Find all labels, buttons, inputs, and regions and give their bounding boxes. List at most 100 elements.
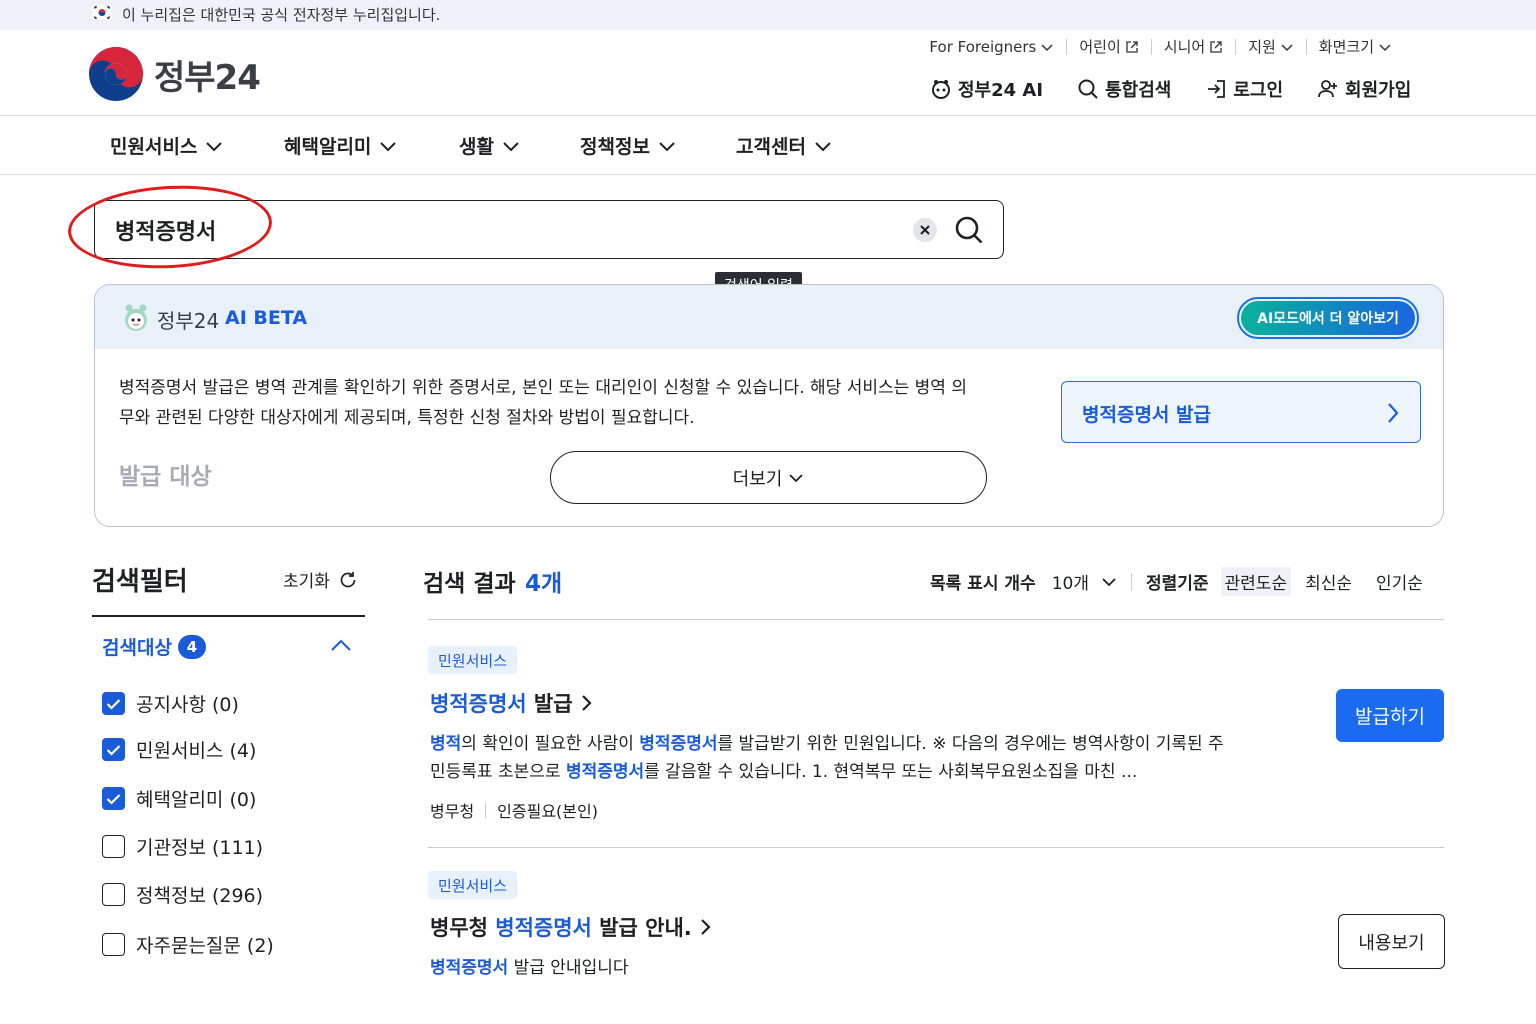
- filter-option-faq[interactable]: 자주묻는질문 (2): [102, 931, 274, 958]
- sort-bar: 목록 표시 개수 10개 정렬기준 관련도순 최신순 인기순: [930, 567, 1423, 596]
- gov-banner-text: 이 누리집은 대한민국 공식 전자정부 누리집입니다.: [122, 6, 441, 24]
- checkbox-checked[interactable]: [102, 738, 125, 761]
- ai-beta-label: AI BETA: [225, 307, 308, 329]
- result-meta: 병무청 인증필요(본인): [430, 798, 598, 822]
- view-content-button[interactable]: 내용보기: [1338, 914, 1445, 969]
- checkmark-icon: [106, 744, 121, 756]
- chevron-down-icon: [1281, 44, 1293, 52]
- site-header: 정부24 For Foreigners 어린이 시니어 지원 화면크기 정부24…: [0, 30, 1536, 116]
- filter-group-header[interactable]: 검색대상 4: [102, 633, 206, 660]
- logo-text: 정부24: [154, 57, 261, 98]
- signup-link[interactable]: 회원가입: [1317, 76, 1411, 102]
- results-divider: [428, 619, 1444, 620]
- more-button[interactable]: 더보기: [550, 451, 987, 504]
- ai-answer-panel: 정부24 AI BETA AI모드에서 더 알아보기 병적증명서 발급은 병역 …: [94, 284, 1444, 527]
- filter-option-policy[interactable]: 정책정보 (296): [102, 881, 263, 908]
- list-count-select[interactable]: 10개: [1052, 569, 1089, 594]
- ai-summary: 병적증명서 발급은 병역 관계를 확인하기 위한 증명서로, 본인 또는 대리인…: [119, 378, 967, 428]
- chevron-down-icon: [503, 141, 519, 151]
- results-divider: [428, 847, 1444, 848]
- external-link-icon: [1210, 41, 1222, 53]
- ai-panel-header: 정부24 AI BETA AI모드에서 더 알아보기: [95, 285, 1443, 349]
- robot-icon: [932, 80, 950, 99]
- filter-count-badge: 4: [177, 634, 206, 659]
- checkbox-checked[interactable]: [102, 692, 125, 715]
- result-description: 병적의 확인이 필요한 사람이 병적증명서를 발급받기 위한 민원입니다. ※ …: [430, 730, 1310, 786]
- chevron-down-icon: [206, 141, 223, 151]
- filter-option-agency[interactable]: 기관정보 (111): [102, 833, 263, 860]
- result-description: 병적증명서 발급 안내입니다: [430, 958, 629, 978]
- util-link-senior[interactable]: 시니어: [1150, 39, 1235, 55]
- login-link[interactable]: 로그인: [1205, 76, 1283, 102]
- gov24-ai-link[interactable]: 정부24 AI: [930, 76, 1043, 102]
- chevron-down-icon: [659, 141, 675, 151]
- main-links: 정부24 AI 통합검색 로그인 회원가입: [930, 76, 1445, 102]
- main-nav: 민원서비스 혜택알리미 생활 정책정보 고객센터: [0, 117, 1536, 175]
- checkmark-icon: [106, 698, 121, 710]
- chevron-right-icon: [701, 919, 711, 935]
- divider: [1130, 572, 1132, 591]
- taegeuk-logo-icon: [89, 47, 143, 101]
- nav-civil-service[interactable]: 민원서비스: [110, 132, 223, 159]
- sort-popular[interactable]: 인기순: [1376, 569, 1423, 594]
- close-icon: [920, 225, 930, 235]
- logo[interactable]: 정부24: [88, 46, 261, 102]
- issue-button[interactable]: 발급하기: [1336, 689, 1444, 742]
- login-icon: [1208, 80, 1226, 98]
- chevron-down-icon: [1379, 44, 1391, 52]
- filter-option-benefits[interactable]: 혜택알리미 (0): [102, 785, 256, 812]
- nav-benefits[interactable]: 혜택알리미: [284, 132, 397, 159]
- category-tag: 민원서비스: [428, 871, 518, 899]
- sort-latest[interactable]: 최신순: [1305, 569, 1352, 594]
- filter-divider: [92, 615, 365, 617]
- quick-link-card[interactable]: 병적증명서 발급: [1061, 381, 1421, 443]
- checkbox-unchecked[interactable]: [102, 933, 125, 956]
- highlight-circle: [65, 180, 275, 274]
- list-count-label: 목록 표시 개수: [930, 574, 1036, 594]
- nav-life[interactable]: 생활: [459, 132, 520, 159]
- chevron-down-icon: [815, 141, 831, 151]
- chevron-down-icon: [1041, 44, 1053, 52]
- clear-search-button[interactable]: [913, 218, 937, 242]
- ai-brand: 정부24: [157, 309, 220, 333]
- korean-flag-icon: [92, 5, 112, 20]
- ai-mode-button[interactable]: AI모드에서 더 알아보기: [1237, 297, 1419, 339]
- filter-reset-button[interactable]: 초기화: [283, 567, 358, 592]
- integrated-search-link[interactable]: 통합검색: [1077, 76, 1171, 102]
- filter-option-notice[interactable]: 공지사항 (0): [102, 690, 239, 717]
- search-icon: [955, 216, 983, 244]
- search-icon: [1078, 79, 1098, 99]
- result-title-link[interactable]: 병무청 병적증명서 발급 안내.: [430, 912, 712, 942]
- agency-name: 병무청: [430, 802, 475, 821]
- utility-links: For Foreigners 어린이 시니어 지원 화면크기: [917, 39, 1404, 55]
- result-title-link[interactable]: 병적증명서 발급: [430, 688, 593, 718]
- util-link-foreigners[interactable]: For Foreigners: [917, 39, 1066, 55]
- category-tag: 민원서비스: [428, 646, 518, 674]
- checkbox-unchecked[interactable]: [102, 835, 125, 858]
- chevron-down-icon: [380, 141, 397, 151]
- checkbox-unchecked[interactable]: [102, 883, 125, 906]
- search-button[interactable]: [953, 214, 985, 246]
- chevron-down-icon[interactable]: [1101, 576, 1117, 587]
- refresh-icon: [340, 571, 356, 587]
- chevron-up-icon[interactable]: [330, 638, 352, 652]
- results-count: 4개: [525, 571, 563, 597]
- util-link-kids[interactable]: 어린이: [1066, 39, 1150, 55]
- divider: [485, 802, 487, 818]
- util-link-support[interactable]: 지원: [1235, 39, 1306, 55]
- ai-target-heading: 발급 대상: [119, 464, 212, 490]
- util-link-screen-size[interactable]: 화면크기: [1305, 39, 1404, 55]
- user-add-icon: [1318, 80, 1338, 98]
- checkbox-checked[interactable]: [102, 787, 125, 810]
- filter-option-civil-service[interactable]: 민원서비스 (4): [102, 736, 256, 763]
- results-title: 검색 결과: [423, 571, 516, 597]
- filter-title: 검색필터: [92, 567, 188, 597]
- nav-policy[interactable]: 정책정보: [580, 132, 676, 159]
- chevron-down-icon: [789, 474, 803, 483]
- gov-banner: 이 누리집은 대한민국 공식 전자정부 누리집입니다.: [0, 0, 1536, 30]
- desc-line: 민등록표 초본으로 병적증명서를 갈음할 수 있습니다. 1. 현역복무 또는 …: [430, 762, 1138, 782]
- nav-customer-center[interactable]: 고객센터: [736, 132, 832, 159]
- sort-relevance[interactable]: 관련도순: [1220, 567, 1292, 596]
- auth-requirement: 인증필요(본인): [497, 802, 598, 821]
- checkmark-icon: [106, 793, 121, 805]
